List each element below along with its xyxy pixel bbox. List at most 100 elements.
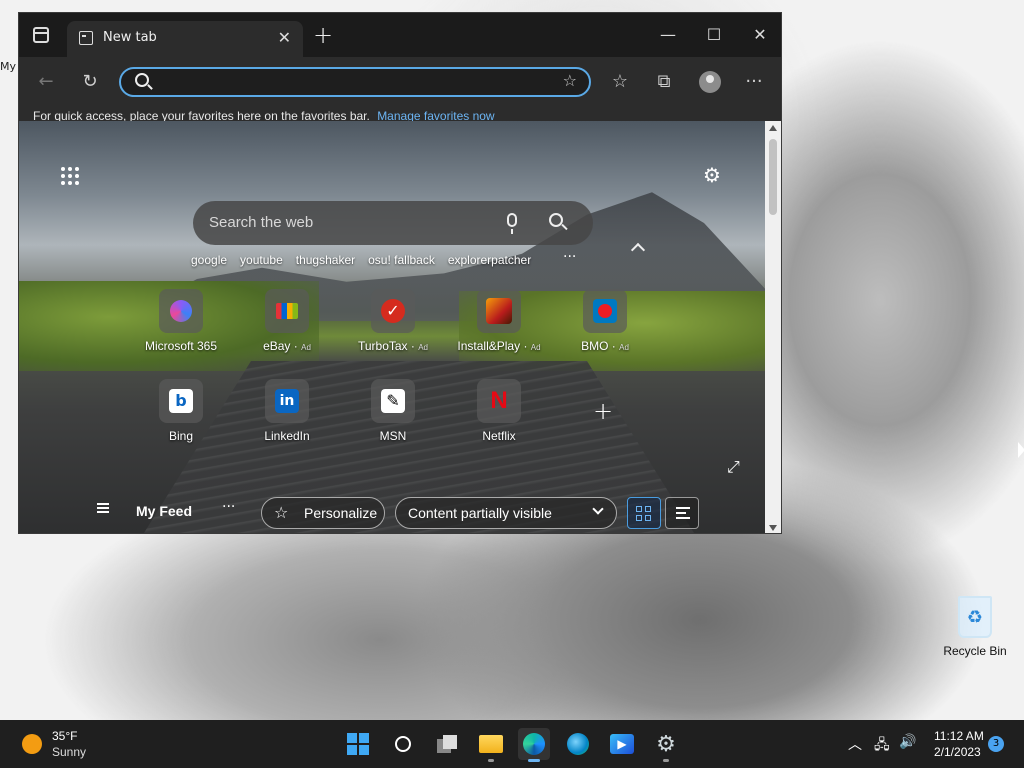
recent-searches: google youtube thugshaker osu! fallback … (191, 253, 544, 273)
add-favorite-icon[interactable]: ☆ (563, 71, 577, 90)
search-chip[interactable]: google (191, 253, 227, 273)
content-visibility-value: Content partially visible (408, 505, 552, 521)
quick-link-tile[interactable]: ✓ TurboTax · Ad (343, 289, 443, 369)
network-icon[interactable]: 🖧 (874, 734, 890, 758)
settings-taskbar-button[interactable]: ⚙ (650, 728, 682, 762)
more-menu-icon[interactable]: ··· (741, 69, 767, 95)
tile-label: eBay (263, 339, 291, 353)
browser-toolbar: ← ↻ ☆ ☆ ⧉ ··· (19, 57, 781, 107)
favorites-icon[interactable]: ☆ (607, 69, 633, 95)
ad-badge: Ad (530, 343, 541, 352)
tile-label: LinkedIn (264, 429, 310, 443)
ad-badge: Ad (418, 343, 429, 352)
edge-window: New tab ✕ + — ☐ ✕ ← ↻ ☆ ☆ ⧉ ··· For quic… (18, 12, 782, 534)
settings-gear-icon: ⚙ (656, 731, 676, 757)
weather-condition: Sunny (52, 745, 87, 759)
close-window-button[interactable]: ✕ (737, 21, 781, 49)
show-hidden-icons-chevron-icon[interactable]: ︿ (848, 734, 862, 754)
new-tab-page: ⚙ Search the web google youtube thugshak… (19, 121, 765, 533)
tile-label: MSN (379, 429, 407, 443)
install-and-play-icon (477, 289, 521, 333)
maximize-button[interactable]: ☐ (691, 21, 737, 49)
globe-app-button[interactable] (562, 728, 594, 760)
search-placeholder[interactable]: Search the web (209, 214, 313, 231)
content-visibility-dropdown[interactable]: Content partially visible (395, 497, 617, 529)
folder-icon (479, 735, 503, 753)
recycle-bin-desktop-icon[interactable]: ♻ Recycle Bin (940, 596, 1010, 658)
add-shortcut-button[interactable]: + (593, 397, 613, 425)
search-chip[interactable]: osu! fallback (368, 253, 435, 273)
search-chip[interactable]: thugshaker (296, 253, 355, 273)
my-feed-tab[interactable]: My Feed (136, 503, 192, 519)
media-player-button[interactable]: ▶ (606, 728, 638, 760)
scroll-down-arrow[interactable] (769, 525, 777, 531)
mouse-cursor (1018, 442, 1024, 458)
web-search-box[interactable]: Search the web (193, 201, 593, 245)
page-scrollbar[interactable] (765, 121, 781, 533)
quick-link-tile[interactable]: eBay · Ad (237, 289, 337, 369)
apps-launcher-icon[interactable] (61, 167, 81, 187)
chevron-down-icon (592, 503, 604, 515)
personalize-label: Personalize (304, 505, 378, 521)
profile-avatar[interactable] (699, 71, 721, 93)
task-view-icon (437, 735, 459, 753)
new-tab-button[interactable]: + (313, 21, 333, 49)
file-explorer-button[interactable] (475, 728, 507, 762)
personalize-star-icon: ☆ (274, 503, 289, 522)
notification-badge[interactable]: 3 (988, 736, 1004, 752)
tab-actions-icon[interactable] (33, 27, 49, 43)
recycle-bin-label: Recycle Bin (943, 644, 1007, 658)
ad-badge: Ad (619, 343, 629, 352)
refresh-button[interactable]: ↻ (77, 69, 103, 95)
task-view-button[interactable] (432, 728, 464, 760)
clock-date[interactable]: 2/1/2023 (934, 745, 981, 759)
turbotax-icon: ✓ (371, 289, 415, 333)
address-bar[interactable]: ☆ (119, 67, 591, 97)
ad-badge: Ad (301, 343, 311, 352)
expand-background-icon[interactable]: ⤢ (727, 457, 740, 477)
quick-link-tile[interactable]: Microsoft 365 (131, 289, 231, 369)
globe-icon (567, 733, 589, 755)
new-tab-page-icon (79, 31, 93, 45)
hamburger-menu-icon[interactable] (97, 503, 109, 513)
tile-label: Install&Play (457, 339, 521, 353)
tile-label: Bing (168, 429, 194, 443)
quick-link-tile[interactable]: ✎ MSN (343, 379, 443, 459)
grid-layout-button[interactable] (627, 497, 661, 529)
scroll-thumb[interactable] (769, 139, 777, 215)
volume-icon[interactable]: 🔊 (899, 734, 916, 750)
desktop-icon-label-partial: My (0, 60, 17, 73)
quick-link-tile[interactable]: in LinkedIn (237, 379, 337, 459)
search-icon[interactable] (549, 213, 563, 227)
clock-time[interactable]: 11:12 AM (934, 729, 984, 743)
scroll-up-arrow[interactable] (769, 125, 777, 131)
taskbar: 35°F Sunny ▶ ⚙ ︿ 🖧 🔊 11:12 AM 2/1/2023 3 (0, 720, 1024, 768)
weather-temperature: 35°F (52, 729, 78, 743)
feed-more-icon[interactable]: ··· (222, 499, 235, 515)
feed-bar: My Feed ··· ☆ Personalize Content partia… (19, 491, 765, 533)
start-button[interactable] (342, 728, 374, 760)
quick-link-tile[interactable]: b Bing (131, 379, 231, 459)
media-player-icon: ▶ (610, 734, 634, 754)
edge-taskbar-button[interactable] (518, 728, 550, 762)
search-button[interactable] (387, 728, 419, 760)
recycle-bin-icon: ♻ (958, 596, 992, 638)
microphone-icon[interactable] (507, 213, 517, 234)
personalize-button[interactable]: ☆ Personalize (261, 497, 385, 529)
ebay-icon (265, 289, 309, 333)
tab-title: New tab (103, 30, 157, 45)
search-chip[interactable]: youtube (240, 253, 283, 273)
search-chip[interactable]: explorerpatcher (448, 253, 531, 273)
back-button[interactable]: ← (33, 69, 59, 95)
collections-icon[interactable]: ⧉ (651, 69, 677, 95)
minimize-button[interactable]: — (645, 21, 691, 49)
tile-label: Netflix (482, 429, 516, 443)
more-searches-icon[interactable]: ··· (563, 249, 576, 265)
tab-new-tab[interactable]: New tab ✕ (67, 21, 303, 57)
page-settings-icon[interactable]: ⚙ (703, 163, 721, 187)
quick-link-tile[interactable]: Install&Play · Ad (449, 289, 549, 369)
quick-link-tile[interactable]: N Netflix (449, 379, 549, 459)
quick-link-tile[interactable]: BMO · Ad (555, 289, 655, 369)
tab-close-icon[interactable]: ✕ (278, 28, 291, 47)
list-layout-button[interactable] (665, 497, 699, 529)
